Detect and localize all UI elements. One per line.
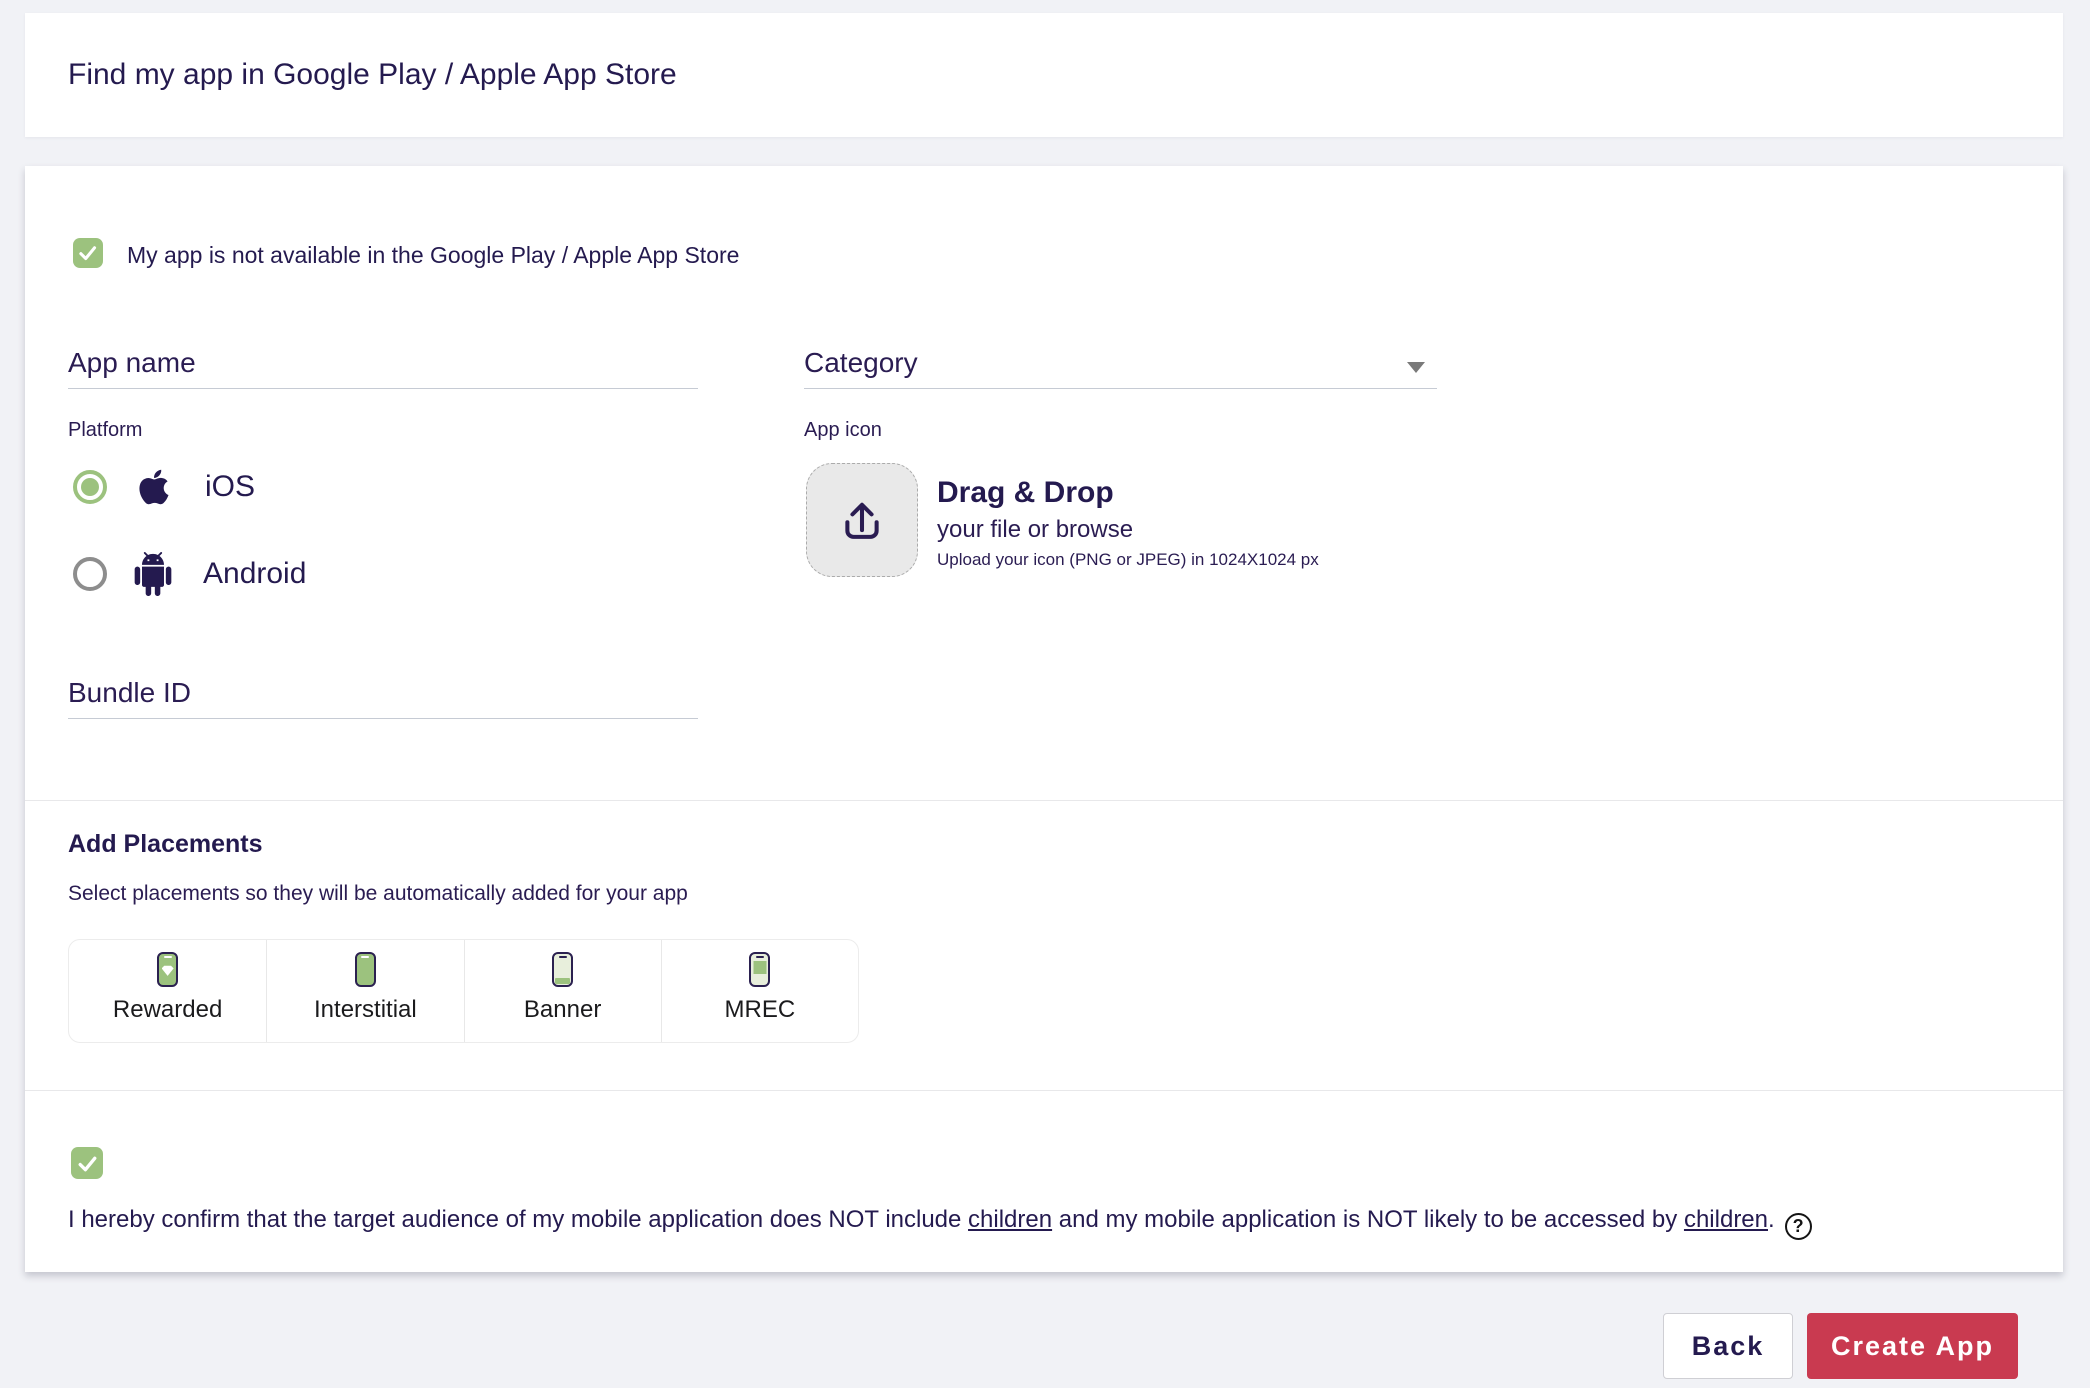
page-title: Find my app in Google Play / Apple App S… [25,13,2063,137]
placements-title: Add Placements [68,830,263,859]
category-select[interactable]: Category [804,346,1437,389]
help-icon[interactable]: ? [1785,1213,1812,1240]
confirm-text-suffix: . [1768,1206,1775,1233]
checkmark-icon [75,1151,100,1176]
children-link-1[interactable]: children [968,1206,1052,1233]
android-label: Android [203,557,306,591]
android-icon [131,550,175,598]
apple-icon [131,464,177,510]
rewarded-ad-icon [157,952,178,987]
placement-cards: Rewarded Interstitial Banner MREC [68,939,859,1043]
children-link-2[interactable]: children [1684,1206,1768,1233]
placement-interstitial[interactable]: Interstitial [266,940,463,1042]
platform-label: Platform [68,419,142,442]
placement-label: Banner [524,996,601,1024]
placement-rewarded[interactable]: Rewarded [69,940,266,1042]
header-bar: Find my app in Google Play / Apple App S… [25,13,2063,137]
section-divider [25,800,2063,801]
coppa-confirm-checkbox[interactable] [71,1147,103,1179]
placements-subtitle: Select placements so they will be automa… [68,882,688,906]
chevron-down-icon [1407,362,1425,373]
placement-label: Interstitial [314,996,417,1024]
confirm-text-prefix: I hereby confirm that the target audienc… [68,1206,968,1233]
mrec-ad-icon [749,952,770,987]
placement-label: MREC [725,996,796,1024]
app-name-input[interactable]: App name [68,346,698,389]
confirm-text-middle: and my mobile application is NOT likely … [1052,1206,1684,1233]
upload-instructions: Drag & Drop your file or browse Upload y… [937,476,1319,570]
store-availability-checkbox[interactable] [73,238,103,268]
checkmark-icon [76,241,99,264]
create-app-button[interactable]: Create App [1807,1313,2018,1379]
app-icon-upload-dropzone[interactable] [806,463,918,577]
placement-banner[interactable]: Banner [464,940,661,1042]
bundle-id-input[interactable]: Bundle ID [68,676,698,719]
bundle-id-placeholder: Bundle ID [68,677,191,708]
android-radio[interactable] [73,557,107,591]
upload-icon [835,493,889,547]
back-button[interactable]: Back [1663,1313,1793,1379]
category-placeholder: Category [804,347,918,378]
ios-label: iOS [205,470,255,504]
upload-hint: Upload your icon (PNG or JPEG) in 1024X1… [937,550,1319,570]
upload-subtitle[interactable]: your file or browse [937,516,1319,544]
interstitial-ad-icon [355,952,376,987]
store-availability-label: My app is not available in the Google Pl… [127,242,739,269]
create-app-form-card: My app is not available in the Google Pl… [25,166,2063,1272]
banner-ad-icon [552,952,573,987]
section-divider [25,1090,2063,1091]
upload-title: Drag & Drop [937,476,1319,510]
placement-label: Rewarded [113,996,222,1024]
app-icon-label: App icon [804,419,882,442]
coppa-confirm-text: I hereby confirm that the target audienc… [68,1204,2053,1240]
app-name-placeholder: App name [68,347,196,378]
platform-option-ios[interactable]: iOS [73,461,255,513]
placement-mrec[interactable]: MREC [661,940,858,1042]
platform-option-android[interactable]: Android [73,548,306,600]
page: Find my app in Google Play / Apple App S… [0,0,2090,1388]
ios-radio[interactable] [73,470,107,504]
